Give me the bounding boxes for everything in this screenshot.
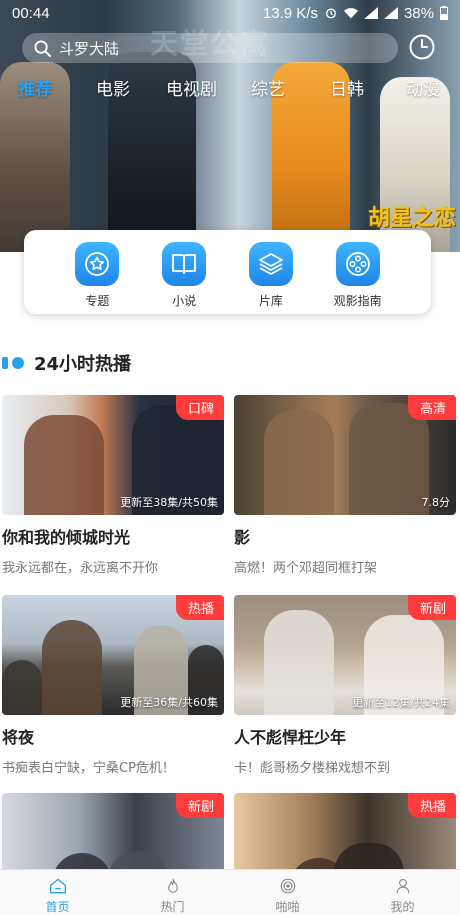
- film-reel-icon: [335, 242, 380, 286]
- video-thumbnail[interactable]: 新剧 更新至12集/共24集: [234, 595, 456, 715]
- video-description: 书痴表白宁缺，宁桑CP危机！: [2, 761, 175, 776]
- history-clock-icon[interactable]: [408, 33, 436, 61]
- video-description: 我永远都在，永远离不开你: [2, 561, 159, 576]
- section-marker-icon: [0, 356, 24, 370]
- hero-banner[interactable]: 天堂公寓 胡星之恋 00:44 13.9 K/s 38% 斗罗大陆 推荐 电影 …: [0, 0, 460, 252]
- video-thumbnail[interactable]: 口碑 更新至38集/共50集: [2, 395, 224, 515]
- tag-badge: 口碑: [175, 395, 224, 420]
- thumb-figure: [24, 415, 104, 515]
- wifi-icon: [343, 8, 358, 19]
- target-icon: [280, 878, 295, 894]
- search-placeholder: 斗罗大陆: [59, 39, 120, 58]
- shortcut-novels[interactable]: 小说: [144, 242, 224, 314]
- tag-badge: 新剧: [175, 793, 224, 818]
- banner-logo-text: 胡星之恋: [368, 206, 457, 231]
- network-speed: 13.9 K/s: [262, 4, 318, 22]
- episode-info: 更新至12集/共24集: [352, 696, 450, 709]
- nav-tab-papa[interactable]: 啪啪: [230, 870, 345, 915]
- thumb-figure: [42, 620, 102, 715]
- alarm-icon: [325, 8, 336, 19]
- video-card[interactable]: 高清 7.8分 影 高燃！两个邓超同框打架: [234, 395, 456, 576]
- battery-percent: 38%: [403, 4, 434, 22]
- thumb-figure: [264, 610, 334, 715]
- video-title[interactable]: 人不彪悍枉少年: [234, 724, 456, 748]
- search-icon: [34, 39, 51, 57]
- video-thumbnail[interactable]: 高清 7.8分: [234, 395, 456, 515]
- shortcut-panel: 专题 小说 片库 观影指南: [24, 230, 431, 314]
- thumb-figure: [264, 410, 334, 515]
- nav-label: 热门: [160, 900, 185, 914]
- shortcut-label: 观影指南: [333, 294, 382, 308]
- video-title[interactable]: 你和我的倾城时光: [2, 524, 224, 548]
- category-tab-recommend[interactable]: 推荐: [18, 75, 52, 100]
- video-description: 卡！彪哥杨夕楼梯戏想不到: [234, 761, 391, 776]
- video-title[interactable]: 将夜: [2, 724, 224, 748]
- nav-label: 啪啪: [275, 900, 300, 914]
- shortcut-label: 小说: [172, 294, 197, 308]
- video-title[interactable]: 影: [234, 524, 456, 548]
- shortcut-library[interactable]: 片库: [231, 242, 311, 314]
- shortcut-topics[interactable]: 专题: [57, 242, 137, 314]
- nav-tab-hot[interactable]: 热门: [115, 870, 230, 915]
- video-card[interactable]: 新剧 更新至12集/共24集 人不彪悍枉少年 卡！彪哥杨夕楼梯戏想不到: [234, 595, 456, 776]
- flame-icon: [167, 878, 178, 893]
- nav-tab-me[interactable]: 我的: [345, 870, 460, 915]
- signal-icon: [383, 7, 398, 19]
- video-description: 高燃！两个邓超同框打架: [234, 561, 378, 576]
- search-bar[interactable]: 斗罗大陆: [22, 33, 398, 63]
- shortcut-guide[interactable]: 观影指南: [318, 242, 398, 314]
- shortcut-label: 片库: [258, 294, 283, 308]
- status-time: 00:44: [12, 4, 50, 22]
- episode-info: 更新至36集/共60集: [120, 696, 218, 709]
- thumb-figure: [2, 660, 42, 715]
- shortcut-label: 专题: [85, 294, 110, 308]
- category-tab-variety[interactable]: 综艺: [251, 75, 285, 100]
- nav-label: 首页: [45, 900, 70, 914]
- episode-info: 更新至38集/共50集: [120, 496, 218, 509]
- layers-icon: [248, 242, 293, 286]
- app-screen: 天堂公寓 胡星之恋 00:44 13.9 K/s 38% 斗罗大陆 推荐 电影 …: [0, 0, 460, 915]
- book-icon: [162, 242, 207, 286]
- section-title: 24小时热播: [34, 354, 132, 375]
- category-tab-jpkr[interactable]: 日韩: [330, 75, 364, 100]
- video-thumbnail[interactable]: 热播 更新至36集/共60集: [2, 595, 224, 715]
- status-right: 13.9 K/s 38%: [263, 5, 448, 22]
- tag-badge: 热播: [407, 793, 456, 818]
- bottom-nav: 首页 热门 啪啪 我的: [0, 869, 460, 915]
- video-card[interactable]: 口碑 更新至38集/共50集 你和我的倾城时光 我永远都在，永远离不开你: [2, 395, 224, 576]
- nav-label: 我的: [390, 900, 415, 914]
- battery-icon: [440, 6, 448, 20]
- nav-tab-home[interactable]: 首页: [0, 870, 115, 915]
- category-tab-anime[interactable]: 动漫: [406, 75, 440, 100]
- tag-badge: 新剧: [407, 595, 456, 620]
- home-icon: [49, 878, 66, 894]
- tag-badge: 高清: [407, 395, 456, 420]
- tag-badge: 热播: [175, 595, 224, 620]
- video-card[interactable]: 热播 更新至36集/共60集 将夜 书痴表白宁缺，宁桑CP危机！: [2, 595, 224, 776]
- score-label: 7.8分: [421, 496, 451, 509]
- user-icon: [396, 878, 409, 894]
- star-icon: [75, 242, 120, 286]
- section-header: 24小时热播: [0, 350, 131, 376]
- category-tab-tv[interactable]: 电视剧: [166, 75, 217, 100]
- status-bar: 00:44 13.9 K/s 38%: [0, 0, 460, 26]
- category-nav: 推荐 电影 电视剧 综艺 日韩 动漫: [0, 75, 460, 105]
- category-tab-movie[interactable]: 电影: [96, 75, 130, 100]
- signal-icon: [363, 7, 378, 19]
